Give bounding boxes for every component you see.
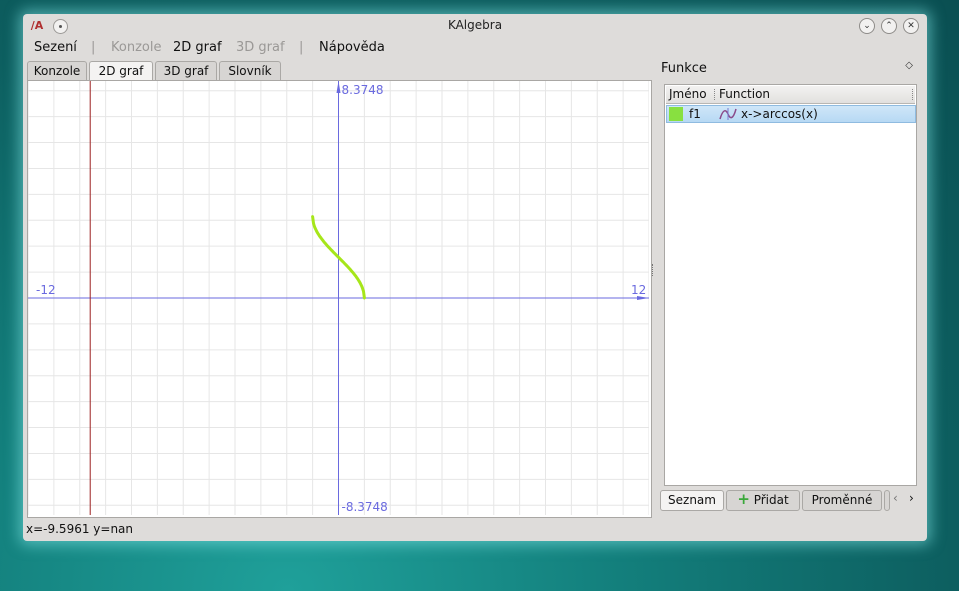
function-name: f1 xyxy=(689,107,701,121)
menu-separator: | xyxy=(91,40,96,55)
tab-slovnik[interactable]: Slovník xyxy=(219,61,281,81)
menu-konzole[interactable]: Konzole xyxy=(111,40,161,55)
splitter-handle[interactable] xyxy=(652,264,656,276)
tab-pridat[interactable]: + Přidat xyxy=(726,490,800,511)
title-bar: ∕A KAlgebra ⌄ ⌃ ✕ xyxy=(23,14,927,38)
y-min-label: -8.3748 xyxy=(342,500,388,514)
menu-bar: Sezení | Konzole 2D graf 3D graf | Nápov… xyxy=(23,38,927,58)
function-list[interactable]: Jméno Function f1 x->arccos(x) xyxy=(664,84,917,486)
chevron-down-icon: ⌄ xyxy=(863,21,871,31)
menu-3d-graf[interactable]: 3D graf xyxy=(236,40,285,55)
column-separator[interactable] xyxy=(912,89,914,100)
menu-2d-graf[interactable]: 2D graf xyxy=(173,40,222,55)
tab-pridat-label: Přidat xyxy=(753,493,789,507)
functions-dock: Funkce ◇ Jméno Function f1 x->arccos(x) … xyxy=(657,58,921,518)
close-icon: ✕ xyxy=(907,21,915,31)
column-separator[interactable] xyxy=(714,89,716,100)
chevron-up-icon: ⌃ xyxy=(885,21,893,31)
function-expression: x->arccos(x) xyxy=(741,107,818,121)
tab-scroll-right-icon[interactable]: › xyxy=(909,491,914,505)
kalgebra-window: ∕A KAlgebra ⌄ ⌃ ✕ Sezení | Konzole 2D gr… xyxy=(23,14,927,541)
y-axis-arrow xyxy=(336,81,341,93)
tab-konzole[interactable]: Konzole xyxy=(27,61,87,81)
plus-icon: + xyxy=(737,490,750,508)
menu-separator: | xyxy=(299,40,304,55)
window-title: KAlgebra xyxy=(447,18,503,32)
tab-scroll-left-icon[interactable]: ‹ xyxy=(893,491,898,505)
x-max-label: 12 xyxy=(631,283,646,297)
tab-overflow xyxy=(884,490,890,511)
diamond-icon: ◇ xyxy=(905,60,913,71)
minimize-button[interactable]: ⌄ xyxy=(859,18,875,34)
column-header-function[interactable]: Function xyxy=(719,87,770,101)
dock-float-button[interactable]: ◇ xyxy=(905,60,913,71)
list-header: Jméno Function xyxy=(666,86,915,104)
status-bar: x=-9.5961 y=nan xyxy=(26,522,134,536)
tab-3d-graf[interactable]: 3D graf xyxy=(155,61,217,81)
close-button[interactable]: ✕ xyxy=(903,18,919,34)
x-min-label: -12 xyxy=(36,283,56,297)
function-color-swatch xyxy=(669,107,683,121)
maximize-button[interactable]: ⌃ xyxy=(881,18,897,34)
function-graph-icon xyxy=(719,108,737,120)
menu-napoveda[interactable]: Nápověda xyxy=(319,40,385,55)
y-max-label: 8.3748 xyxy=(342,83,384,97)
function-row-f1[interactable]: f1 x->arccos(x) xyxy=(666,105,916,123)
dock-tabs: Seznam + Přidat Proměnné ‹ › xyxy=(660,490,920,512)
dock-title: Funkce xyxy=(661,61,707,76)
tab-promenne[interactable]: Proměnné xyxy=(802,490,882,511)
tab-seznam[interactable]: Seznam xyxy=(660,490,724,511)
menu-sezeni[interactable]: Sezení xyxy=(34,40,77,55)
column-header-name[interactable]: Jméno xyxy=(669,87,707,101)
plot-area[interactable]: -12 12 8.3748 -8.3748 xyxy=(27,80,652,518)
function-plot[interactable]: -12 12 8.3748 -8.3748 xyxy=(28,81,649,515)
